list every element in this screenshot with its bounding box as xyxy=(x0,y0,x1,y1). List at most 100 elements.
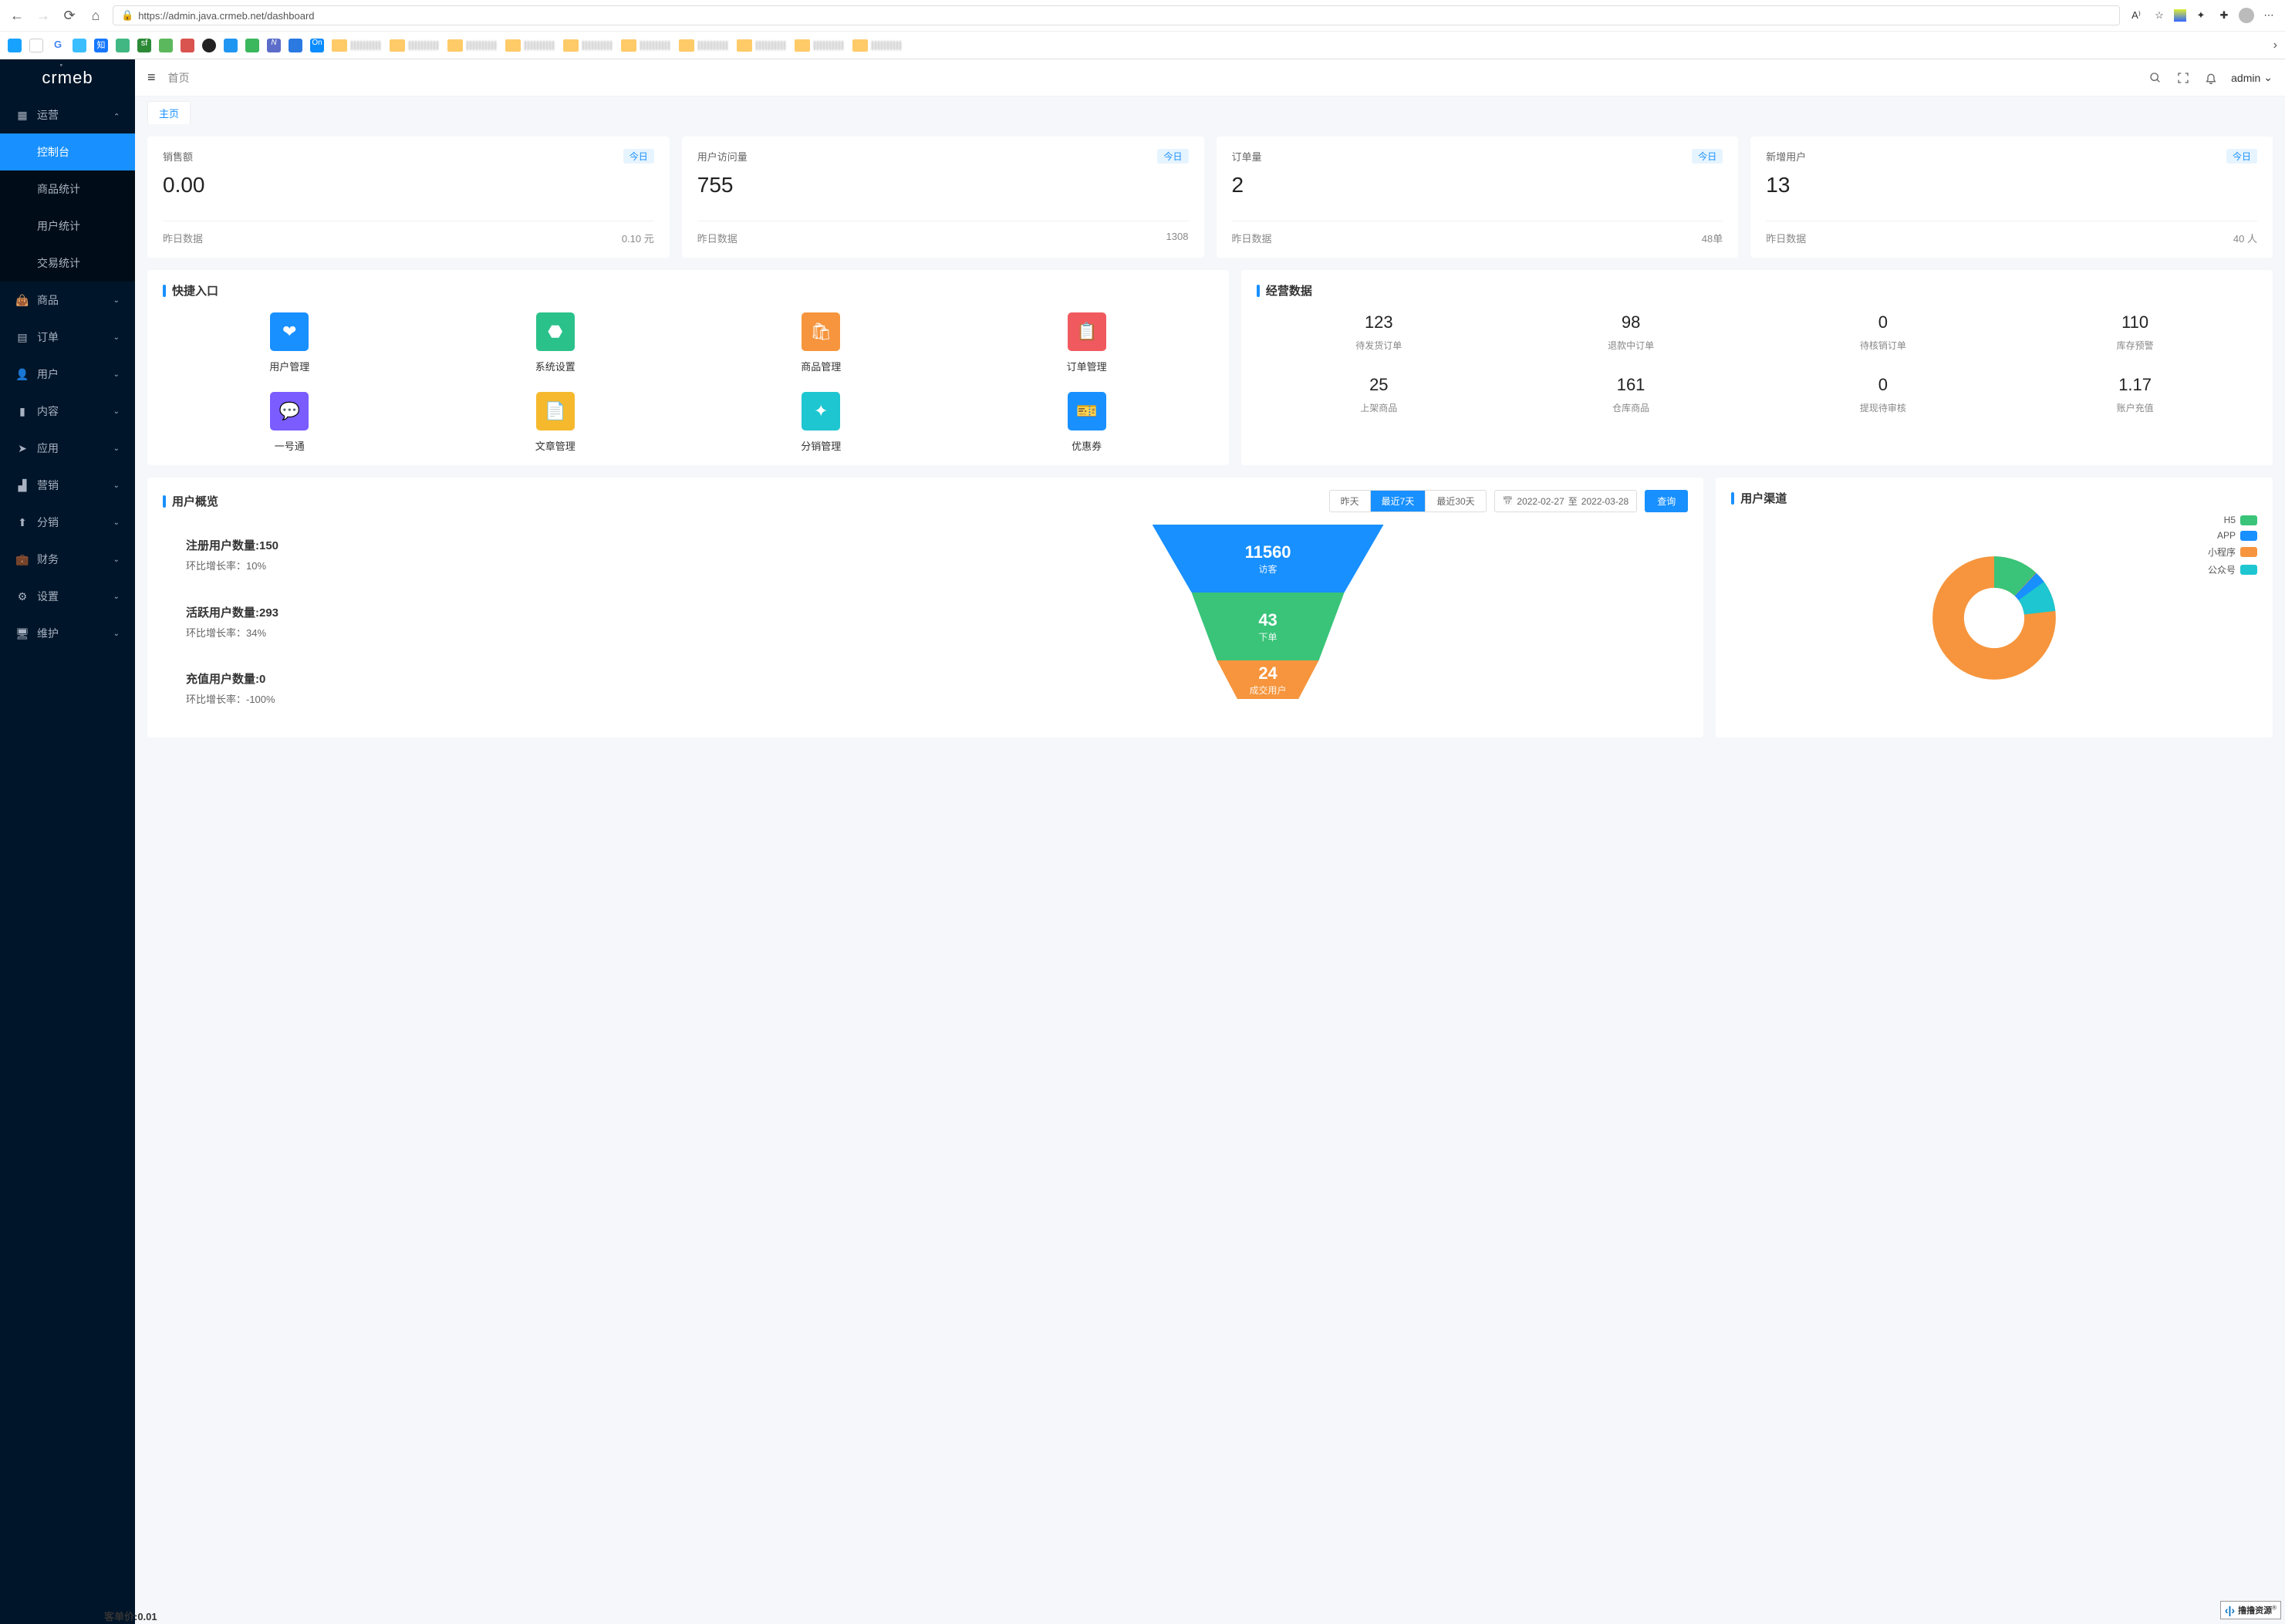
biz-item[interactable]: 0待核销订单 xyxy=(1760,312,2005,352)
bookmark-icon[interactable] xyxy=(181,39,194,52)
bookmark-icon[interactable] xyxy=(29,39,43,52)
tab-home[interactable]: 主页 xyxy=(147,101,191,124)
read-aloud-icon[interactable]: A⁾ xyxy=(2128,7,2145,24)
bookmark-icon[interactable]: On xyxy=(310,39,324,52)
stat-tag[interactable]: 今日 xyxy=(1692,149,1723,164)
stat-tag[interactable]: 今日 xyxy=(1157,149,1188,164)
bookmark-icon[interactable]: N xyxy=(267,39,281,52)
legend-item[interactable]: 公众号 xyxy=(2208,563,2257,576)
bookmark-overflow-icon[interactable]: › xyxy=(2273,39,2277,52)
nav-refresh-icon[interactable]: ⟳ xyxy=(60,6,79,25)
sidebar-item-设置[interactable]: ⚙设置⌄ xyxy=(0,578,135,615)
quick-entry-title: 快捷入口 xyxy=(163,282,1213,299)
stat-yesterday-label: 昨日数据 xyxy=(1766,231,1806,245)
stat-tag[interactable]: 今日 xyxy=(623,149,654,164)
nav-forward-icon: → xyxy=(34,6,52,25)
sidebar-item-商品[interactable]: 👜商品⌄ xyxy=(0,282,135,319)
bookmark-icon[interactable] xyxy=(289,39,302,52)
legend-item[interactable]: H5 xyxy=(2208,515,2257,525)
funnel-slice: 24成交用户 xyxy=(1217,660,1319,699)
sidebar-item-订单[interactable]: ▤订单⌄ xyxy=(0,319,135,356)
ext-2-icon[interactable]: ✦ xyxy=(2192,7,2209,24)
biz-item[interactable]: 1.17账户充值 xyxy=(2013,375,2257,414)
biz-item[interactable]: 123待发货订单 xyxy=(1257,312,1501,352)
query-button[interactable]: 查询 xyxy=(1645,490,1688,512)
bookmark-icon[interactable] xyxy=(159,39,173,52)
bookmark-folder[interactable] xyxy=(795,39,845,52)
sidebar-subitem-控制台[interactable]: 控制台 xyxy=(0,133,135,171)
bookmark-folder[interactable] xyxy=(852,39,903,52)
topbar: ≡ 首页 admin ⌄ xyxy=(135,59,2285,96)
bell-icon[interactable] xyxy=(2197,64,2225,92)
sidebar-item-营销[interactable]: ▟营销⌄ xyxy=(0,467,135,504)
bookmark-icon[interactable]: G xyxy=(51,39,65,52)
avatar-icon[interactable] xyxy=(2239,8,2254,23)
bookmark-icon[interactable]: 知 xyxy=(94,39,108,52)
seg-昨天[interactable]: 昨天 xyxy=(1330,491,1371,512)
bookmark-icon[interactable] xyxy=(116,39,130,52)
bookmark-icon[interactable] xyxy=(8,39,22,52)
bookmark-icon[interactable]: sf xyxy=(137,39,151,52)
bag-icon: 👜 xyxy=(15,294,29,307)
quick-item-文章管理[interactable]: 📄文章管理 xyxy=(428,392,681,453)
sidebar-item-用户[interactable]: 👤用户⌄ xyxy=(0,356,135,393)
search-icon[interactable] xyxy=(2142,64,2169,92)
bookmark-folder[interactable] xyxy=(563,39,613,52)
collapse-menu-icon[interactable]: ≡ xyxy=(147,69,156,86)
legend-swatch xyxy=(2240,565,2257,575)
quick-item-商品管理[interactable]: 🛍商品管理 xyxy=(694,312,947,373)
sidebar-item-财务[interactable]: 💼财务⌄ xyxy=(0,541,135,578)
date-range-input[interactable]: 2022-02-27 至 2022-03-28 xyxy=(1494,490,1638,512)
legend-item[interactable]: 小程序 xyxy=(2208,545,2257,559)
bookmark-folder[interactable] xyxy=(447,39,498,52)
nav-back-icon[interactable]: ← xyxy=(8,6,26,25)
menu-icon[interactable]: ⋯ xyxy=(2260,7,2277,24)
quick-item-分销管理[interactable]: ✦分销管理 xyxy=(694,392,947,453)
sidebar-subitem-商品统计[interactable]: 商品统计 xyxy=(0,171,135,208)
bookmark-icon[interactable] xyxy=(245,39,259,52)
ext-1-icon[interactable] xyxy=(2174,9,2186,22)
biz-item[interactable]: 98退款中订单 xyxy=(1509,312,1753,352)
bookmark-folder[interactable] xyxy=(737,39,787,52)
stat-tag[interactable]: 今日 xyxy=(2226,149,2257,164)
quick-item-系统设置[interactable]: ⬣系统设置 xyxy=(428,312,681,373)
quick-item-订单管理[interactable]: 📋订单管理 xyxy=(960,312,1213,373)
user-menu[interactable]: admin ⌄ xyxy=(2231,71,2273,84)
user-overview-title: 用户概览 xyxy=(163,493,218,509)
biz-item[interactable]: 25上架商品 xyxy=(1257,375,1501,414)
bookmark-icon[interactable] xyxy=(202,39,216,52)
sidebar-item-应用[interactable]: ➤应用⌄ xyxy=(0,430,135,467)
url-bar[interactable]: 🔒 https://admin.java.crmeb.net/dashboard xyxy=(113,5,2120,25)
sidebar-item-运营[interactable]: ▦运营⌄ xyxy=(0,96,135,133)
bookmark-icon[interactable] xyxy=(224,39,238,52)
sidebar-logo[interactable]: crm°eb xyxy=(0,59,135,96)
bookmark-folder[interactable] xyxy=(505,39,555,52)
seg-最近30天[interactable]: 最近30天 xyxy=(1426,491,1485,512)
bookmark-icon[interactable] xyxy=(73,39,86,52)
quick-icon: ✦ xyxy=(802,392,840,430)
biz-item[interactable]: 161仓库商品 xyxy=(1509,375,1753,414)
nav-home-icon[interactable]: ⌂ xyxy=(86,6,105,25)
favorite-icon[interactable]: ☆ xyxy=(2151,7,2168,24)
bookmark-folder[interactable] xyxy=(332,39,382,52)
bookmark-folder[interactable] xyxy=(679,39,729,52)
quick-item-用户管理[interactable]: ❤用户管理 xyxy=(163,312,416,373)
sidebar-subitem-交易统计[interactable]: 交易统计 xyxy=(0,245,135,282)
biz-item[interactable]: 0提现待审核 xyxy=(1760,375,2005,414)
legend-item[interactable]: APP xyxy=(2208,530,2257,541)
quick-item-优惠券[interactable]: 🎫优惠券 xyxy=(960,392,1213,453)
stat-yesterday-value: 1308 xyxy=(1166,231,1189,245)
sidebar-subitem-用户统计[interactable]: 用户统计 xyxy=(0,208,135,245)
seg-最近7天[interactable]: 最近7天 xyxy=(1371,491,1426,512)
quick-entry-card: 快捷入口 ❤用户管理⬣系统设置🛍商品管理📋订单管理 💬一号通📄文章管理✦分销管理🎫… xyxy=(147,270,1229,465)
bookmark-folder[interactable] xyxy=(390,39,440,52)
fullscreen-icon[interactable] xyxy=(2169,64,2197,92)
bookmark-folder[interactable] xyxy=(621,39,671,52)
sidebar-item-内容[interactable]: ▮内容⌄ xyxy=(0,393,135,430)
quick-item-一号通[interactable]: 💬一号通 xyxy=(163,392,416,453)
sidebar-item-分销[interactable]: ⬆分销⌄ xyxy=(0,504,135,541)
lock-icon: 🔒 xyxy=(121,9,133,22)
ext-3-icon[interactable]: ✚ xyxy=(2216,7,2233,24)
biz-item[interactable]: 110库存预警 xyxy=(2013,312,2257,352)
sidebar-item-维护[interactable]: 🖥维护⌄ xyxy=(0,615,135,652)
